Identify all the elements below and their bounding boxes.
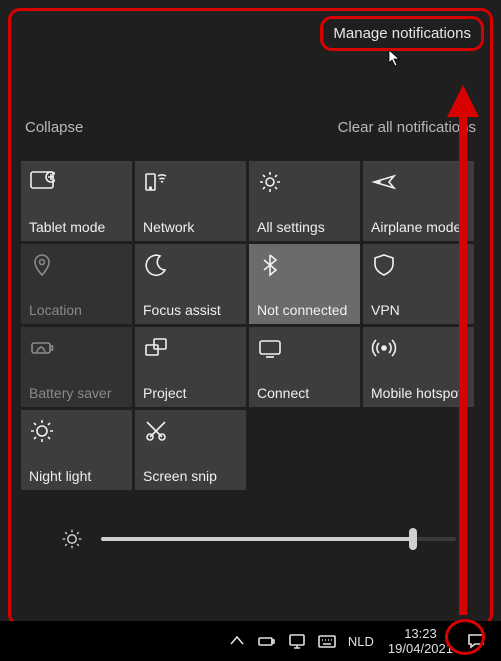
clock[interactable]: 13:23 19/04/2021	[388, 626, 453, 656]
slider-fill	[101, 537, 413, 541]
airplane-icon	[371, 169, 397, 195]
quick-actions-grid: Tablet mode Network All settings Air	[21, 161, 481, 493]
brightness-icon	[61, 528, 83, 550]
tablet-mode-icon	[29, 169, 55, 195]
tile-label: Location	[29, 302, 128, 318]
ethernet-icon[interactable]	[288, 632, 306, 650]
tile-label: Not connected	[257, 302, 356, 318]
tile-label: All settings	[257, 219, 356, 235]
clock-date: 19/04/2021	[388, 641, 453, 656]
tile-label: Night light	[29, 468, 128, 484]
actions-row: Collapse Clear all notifications	[25, 119, 476, 136]
tray-overflow-icon[interactable]	[228, 632, 246, 650]
tile-label: Tablet mode	[29, 219, 128, 235]
battery-icon[interactable]	[258, 632, 276, 650]
tile-tablet-mode[interactable]: Tablet mode	[21, 161, 132, 241]
vpn-icon	[371, 252, 397, 278]
tile-bluetooth[interactable]: Not connected	[249, 244, 360, 324]
tile-airplane-mode[interactable]: Airplane mode	[363, 161, 474, 241]
network-icon	[143, 169, 169, 195]
tile-focus-assist[interactable]: Focus assist	[135, 244, 246, 324]
settings-icon	[257, 169, 283, 195]
focus-assist-icon	[143, 252, 169, 278]
tile-label: Screen snip	[143, 468, 242, 484]
tile-location[interactable]: Location	[21, 244, 132, 324]
touch-keyboard-icon[interactable]	[318, 632, 336, 650]
bluetooth-icon	[257, 252, 283, 278]
clock-time: 13:23	[388, 626, 453, 641]
connect-icon	[257, 335, 283, 361]
action-center-panel: Manage notifications Collapse Clear all …	[8, 8, 493, 626]
slider-track[interactable]	[101, 537, 456, 541]
tile-label: Battery saver	[29, 385, 128, 401]
tile-connect[interactable]: Connect	[249, 327, 360, 407]
tile-network[interactable]: Network	[135, 161, 246, 241]
clear-all-link[interactable]: Clear all notifications	[338, 119, 476, 136]
tile-all-settings[interactable]: All settings	[249, 161, 360, 241]
input-language[interactable]: NLD	[348, 634, 374, 649]
tile-label: Mobile hotspot	[371, 385, 470, 401]
tile-vpn[interactable]: VPN	[363, 244, 474, 324]
top-row: Manage notifications	[320, 16, 484, 51]
tile-night-light[interactable]: Night light	[21, 410, 132, 490]
cursor-icon	[388, 49, 402, 67]
tile-mobile-hotspot[interactable]: Mobile hotspot	[363, 327, 474, 407]
screen-snip-icon	[143, 418, 169, 444]
location-icon	[29, 252, 55, 278]
collapse-link[interactable]: Collapse	[25, 119, 83, 136]
tile-project[interactable]: Project	[135, 327, 246, 407]
tile-label: Network	[143, 219, 242, 235]
tile-label: Project	[143, 385, 242, 401]
project-icon	[143, 335, 169, 361]
tile-label: Airplane mode	[371, 219, 470, 235]
tile-screen-snip[interactable]: Screen snip	[135, 410, 246, 490]
tile-label: VPN	[371, 302, 470, 318]
hotspot-icon	[371, 335, 397, 361]
battery-saver-icon	[29, 335, 55, 361]
tile-label: Connect	[257, 385, 356, 401]
night-light-icon	[29, 418, 55, 444]
tile-label: Focus assist	[143, 302, 242, 318]
manage-notifications-link[interactable]: Manage notifications	[320, 16, 484, 51]
tile-battery-saver[interactable]: Battery saver	[21, 327, 132, 407]
brightness-slider[interactable]	[61, 524, 456, 554]
action-center-icon[interactable]	[467, 632, 485, 650]
slider-thumb[interactable]	[409, 528, 417, 550]
taskbar: NLD 13:23 19/04/2021	[0, 621, 501, 661]
